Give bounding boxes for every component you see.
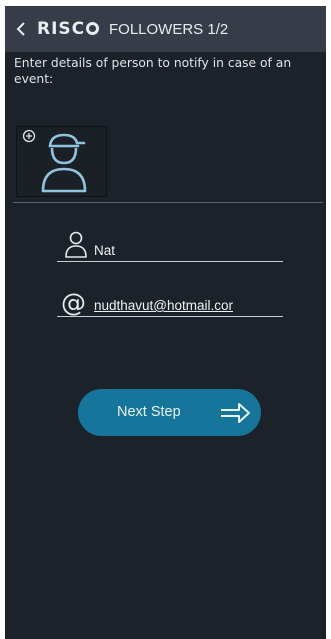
email-field[interactable]: @ nudthavut@hotmail.cor (57, 285, 283, 317)
person-icon (65, 231, 87, 258)
brand-logo-ring (86, 22, 100, 35)
next-step-label: Next Step (117, 404, 181, 420)
person-with-cap-icon (41, 133, 87, 193)
brand-logo: RISC (37, 19, 100, 39)
name-field[interactable]: Nat (57, 230, 283, 262)
app-screen: RISC FOLLOWERS 1/2 Enter details of pers… (5, 6, 326, 639)
page-title: FOLLOWERS 1/2 (109, 21, 229, 38)
intro-text: Enter details of person to notify in cas… (14, 56, 292, 86)
chevron-left-icon[interactable] (14, 20, 28, 38)
divider (13, 202, 323, 203)
top-bar: RISC FOLLOWERS 1/2 (5, 6, 326, 52)
at-sign-icon: @ (61, 288, 86, 317)
email-value[interactable]: nudthavut@hotmail.cor (94, 298, 282, 313)
next-step-button[interactable]: Next Step (78, 389, 261, 436)
arrow-right-icon (221, 403, 250, 423)
add-circle-icon[interactable] (22, 129, 36, 143)
avatar-picker[interactable] (16, 126, 107, 197)
name-value[interactable]: Nat (94, 243, 282, 258)
